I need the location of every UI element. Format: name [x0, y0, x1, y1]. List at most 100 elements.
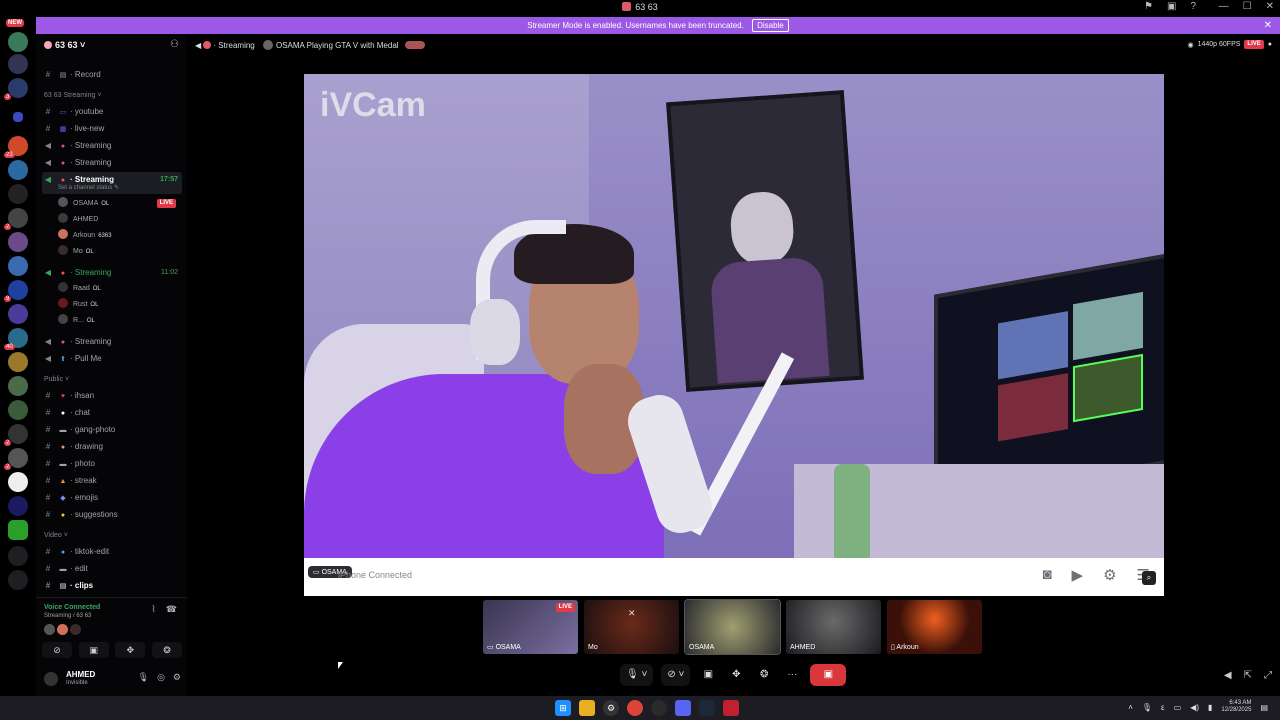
voice-channel-streaming[interactable]: ◀ ● · Streaming — [42, 138, 182, 153]
maximize-button[interactable]: ☐ — [1243, 1, 1252, 12]
close-window-button[interactable]: ✕ — [1266, 1, 1274, 12]
channel-youtube[interactable]: # ▭ · youtube — [42, 104, 182, 119]
notifications-icon[interactable]: ▤ — [1260, 703, 1268, 712]
server-icon[interactable]: 2 — [4, 448, 28, 470]
channel-record[interactable]: # ▤ · Record — [42, 67, 182, 82]
channel-suggestions[interactable]: # ● · suggestions — [42, 507, 182, 522]
server-icon[interactable] — [8, 184, 28, 204]
disable-button[interactable]: Disable — [752, 19, 789, 32]
server-icon[interactable] — [8, 54, 28, 74]
add-server-icon[interactable] — [8, 546, 28, 566]
battery-icon[interactable]: ▮ — [1208, 703, 1212, 712]
voice-channel-streaming[interactable]: ◀ ● · Streaming — [42, 155, 182, 170]
channel-chat[interactable]: # ● · chat — [42, 405, 182, 420]
steam-icon[interactable] — [699, 700, 715, 716]
server-icon[interactable]: 2 — [4, 424, 28, 446]
settings-app-icon[interactable]: ⚙ — [603, 700, 619, 716]
network-icon[interactable]: ▭ — [1174, 703, 1182, 712]
tray-expand-icon[interactable]: ˄ — [1128, 703, 1133, 712]
chat-bubble-icon[interactable]: ● — [1268, 41, 1272, 48]
windows-start-icon[interactable]: ⊞ — [555, 700, 571, 716]
discord-icon[interactable] — [675, 700, 691, 716]
user-name[interactable]: AHMED — [66, 670, 95, 679]
server-icon[interactable] — [8, 256, 28, 276]
voice-channel-streaming[interactable]: ◀ ● · Streaming 11:02 — [42, 265, 182, 280]
fullscreen-icon[interactable]: ⤢ — [1264, 670, 1272, 681]
voice-member[interactable]: AHMED — [58, 212, 178, 227]
activities-button[interactable]: ✥ — [726, 664, 746, 686]
category-public[interactable]: Public ˅ — [44, 376, 69, 383]
screen-icon[interactable]: ▣ — [1167, 1, 1176, 12]
voice-member[interactable]: Arkoun 6363 — [58, 228, 178, 243]
volume-icon[interactable]: ◀ — [1224, 670, 1232, 681]
voice-channel-path[interactable]: Streaming / 63 63 — [44, 613, 91, 619]
discover-icon[interactable] — [8, 570, 28, 590]
popout-icon[interactable]: ⇱ — [1244, 670, 1252, 681]
settings-gear-icon[interactable]: ⚙ — [173, 672, 181, 683]
channel-ihsan[interactable]: # ♥ · ihsan — [42, 388, 182, 403]
camera-toggle-button[interactable]: ⊘ — [42, 642, 72, 658]
server-header[interactable]: 63 63 ˅ ⚇ — [36, 34, 187, 58]
share-screen-button[interactable]: ▣ — [78, 642, 109, 658]
voice-member[interactable]: Rust OL — [58, 297, 178, 312]
language-icon[interactable]: ε — [1161, 703, 1165, 712]
medal-icon[interactable] — [723, 700, 739, 716]
clock[interactable]: 6:43 AM 12/28/2025 — [1221, 700, 1251, 714]
server-icon[interactable] — [8, 472, 28, 492]
camera-button[interactable]: ⊘ ˅ — [661, 664, 691, 686]
more-options-button[interactable]: ··· — [782, 664, 802, 686]
banner-close-icon[interactable]: ✕ — [1264, 17, 1272, 34]
channel-live-new[interactable]: # ▦ · live-new — [42, 121, 182, 136]
file-explorer-icon[interactable] — [579, 700, 595, 716]
channel-edit[interactable]: # ▬ · edit — [42, 561, 182, 576]
mute-button[interactable]: 🎙 ˅ — [620, 664, 654, 686]
category-video[interactable]: Video ˅ — [44, 532, 68, 539]
server-icon[interactable] — [8, 352, 28, 372]
folder-icon[interactable] — [13, 112, 23, 122]
voice-member[interactable]: Raad OL — [58, 281, 178, 296]
server-icon[interactable] — [8, 520, 28, 540]
activities-button[interactable]: ✥ — [115, 642, 146, 658]
avatar[interactable] — [44, 672, 58, 686]
channel-photo[interactable]: # ▬ · photo — [42, 456, 182, 471]
voice-member[interactable]: R... OL — [58, 313, 178, 328]
server-icon[interactable] — [8, 376, 28, 396]
server-icon[interactable] — [8, 32, 28, 52]
channel-clips[interactable]: # ▤ · clips — [42, 578, 182, 593]
headphones-icon[interactable]: ◎ — [157, 672, 165, 683]
participant-tile[interactable]: AHMED — [786, 600, 881, 654]
help-icon[interactable]: ? — [1190, 1, 1196, 12]
channel-gang-photo[interactable]: # ▬ · gang-photo — [42, 422, 182, 437]
microphone-icon[interactable]: 🎙 — [138, 672, 149, 683]
add-member-icon[interactable]: ⚇ — [170, 39, 179, 50]
voice-member[interactable]: Mo OL — [58, 244, 178, 259]
disconnect-icon[interactable]: ☎ — [166, 604, 177, 615]
share-screen-button[interactable]: ▣ — [698, 664, 718, 686]
channel-status[interactable]: Set a channel status ✎ — [58, 184, 119, 191]
soundboard-button[interactable]: ❂ — [151, 642, 182, 658]
server-icon[interactable]: 40 — [4, 328, 28, 350]
inbox-icon[interactable]: ⚑ — [1144, 1, 1153, 12]
channel-streak[interactable]: # ▲ · streak — [42, 473, 182, 488]
participant-tile[interactable]: ▯ Arkoun — [887, 600, 982, 654]
volume-icon[interactable]: ◀) — [1190, 703, 1199, 712]
noise-suppression-icon[interactable]: ⌇ — [151, 604, 155, 615]
category-streaming[interactable]: 63 63 Streaming ˅ — [44, 92, 101, 99]
browser-icon[interactable] — [651, 700, 667, 716]
leave-call-button[interactable]: ▣ — [810, 664, 847, 686]
voice-member[interactable]: OSAMA OL LIVE — [58, 196, 178, 211]
participant-tile[interactable]: ✕ Mo — [584, 600, 679, 654]
channel-emojis[interactable]: # ◆ · emojis — [42, 490, 182, 505]
channel-drawing[interactable]: # ● · drawing — [42, 439, 182, 454]
server-icon[interactable] — [8, 160, 28, 180]
voice-connected-label[interactable]: Voice Connected — [44, 604, 100, 611]
server-icon[interactable] — [8, 400, 28, 420]
participant-tile[interactable]: LIVE ▭ OSAMA — [483, 600, 578, 654]
server-icon[interactable] — [8, 232, 28, 252]
server-icon[interactable]: 3 — [4, 78, 28, 100]
server-icon[interactable]: 23 — [4, 136, 28, 158]
zoom-icon[interactable]: ⌕ — [1142, 571, 1156, 585]
server-icon[interactable]: 2 — [4, 208, 28, 230]
video-record-icon[interactable]: ▶ — [1072, 566, 1084, 584]
voice-channel-pull-me[interactable]: ◀ ⬆ · Pull Me — [42, 351, 182, 366]
